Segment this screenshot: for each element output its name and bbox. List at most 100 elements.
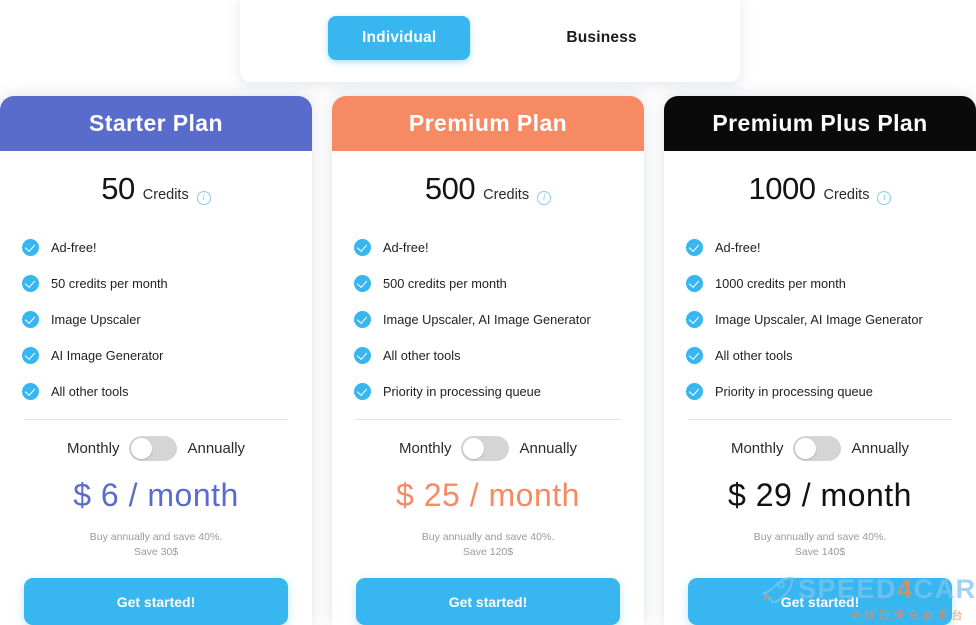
savings-note-line1: Buy annually and save 40%. xyxy=(89,531,223,543)
feature-label: Ad-free! xyxy=(383,239,429,255)
credits-row: 1000 Credits i xyxy=(664,171,976,207)
feature-label: Image Upscaler xyxy=(51,311,141,327)
plan-title: Premium Plan xyxy=(408,110,568,137)
card-header: Premium Plus Plan xyxy=(664,96,976,152)
feature-label: All other tools xyxy=(51,383,129,399)
savings-note: Buy annually and save 40%. Save 140$ xyxy=(664,530,976,560)
list-item: 50 credits per month xyxy=(22,265,312,301)
list-item: 1000 credits per month xyxy=(686,265,976,301)
savings-note: Buy annually and save 40%. Save 30$ xyxy=(0,530,312,560)
feature-list: Ad-free! 1000 credits per month Image Up… xyxy=(664,229,976,409)
check-icon xyxy=(354,346,371,364)
feature-label: Image Upscaler, AI Image Generator xyxy=(383,311,591,327)
divider xyxy=(688,419,952,420)
divider xyxy=(24,419,288,420)
toggle-label-monthly: Monthly xyxy=(66,440,120,457)
feature-label: Ad-free! xyxy=(51,239,97,255)
toggle-label-monthly: Monthly xyxy=(398,440,452,457)
plan-title: Starter Plan xyxy=(89,110,223,137)
credits-label: Credits xyxy=(823,187,870,204)
card-header: Starter Plan xyxy=(0,96,312,152)
credits-number: 1000 xyxy=(748,171,816,207)
credits-label: Credits xyxy=(483,187,530,204)
credits-number: 500 xyxy=(424,171,476,207)
feature-label: AI Image Generator xyxy=(51,347,164,363)
cta-wrapper: Get started! xyxy=(664,578,976,625)
check-icon xyxy=(22,382,39,400)
check-icon xyxy=(686,274,703,292)
plan-title: Premium Plus Plan xyxy=(712,110,928,137)
pricing-cards: Starter Plan 50 Credits i Ad-free! 50 cr… xyxy=(0,96,976,625)
check-icon xyxy=(686,238,703,256)
pricing-page: Individual Business Starter Plan 50 Cred… xyxy=(0,0,976,625)
plan-audience-tabs: Individual Business xyxy=(240,0,740,82)
billing-period-switch[interactable] xyxy=(129,436,178,461)
check-icon xyxy=(22,310,39,328)
get-started-button[interactable]: Get started! xyxy=(24,578,288,625)
savings-note-line1: Buy annually and save 40%. xyxy=(753,531,887,543)
feature-label: All other tools xyxy=(383,347,461,363)
check-icon xyxy=(354,238,371,256)
toggle-label-annually: Annually xyxy=(519,440,578,457)
list-item: AI Image Generator xyxy=(22,337,312,373)
list-item: Priority in processing queue xyxy=(354,373,644,409)
check-icon xyxy=(22,274,39,292)
feature-label: 50 credits per month xyxy=(51,275,168,291)
pricing-card-premium-plus: Premium Plus Plan 1000 Credits i Ad-free… xyxy=(664,96,976,625)
plan-price: $ 29 / month xyxy=(728,477,912,513)
toggle-label-annually: Annually xyxy=(187,440,246,457)
feature-label: 1000 credits per month xyxy=(715,275,846,291)
billing-period-switch[interactable] xyxy=(793,436,842,461)
check-icon xyxy=(354,274,371,292)
info-icon[interactable]: i xyxy=(537,191,552,206)
get-started-button[interactable]: Get started! xyxy=(356,578,620,625)
tab-business[interactable]: Business xyxy=(532,16,671,60)
list-item: Image Upscaler, AI Image Generator xyxy=(354,301,644,337)
check-icon xyxy=(22,238,39,256)
info-icon[interactable]: i xyxy=(196,191,211,206)
check-icon xyxy=(354,382,371,400)
billing-period-toggle-row: Monthly Annually xyxy=(0,436,312,461)
toggle-label-monthly: Monthly xyxy=(730,440,784,457)
pricing-card-starter: Starter Plan 50 Credits i Ad-free! 50 cr… xyxy=(0,96,312,625)
list-item: 500 credits per month xyxy=(354,265,644,301)
credits-row: 50 Credits i xyxy=(0,171,312,207)
plan-price: $ 6 / month xyxy=(73,477,239,513)
savings-note-line2: Save 30$ xyxy=(133,546,179,558)
billing-period-toggle-row: Monthly Annually xyxy=(332,436,644,461)
cta-wrapper: Get started! xyxy=(0,578,312,625)
list-item: Image Upscaler, AI Image Generator xyxy=(686,301,976,337)
toggle-label-annually: Annually xyxy=(851,440,910,457)
feature-label: All other tools xyxy=(715,347,793,363)
switch-knob xyxy=(795,438,817,459)
savings-note-line1: Buy annually and save 40%. xyxy=(421,531,555,543)
credits-label: Credits xyxy=(142,187,189,204)
info-icon[interactable]: i xyxy=(877,191,892,206)
feature-label: Priority in processing queue xyxy=(715,383,873,399)
check-icon xyxy=(354,310,371,328)
feature-label: Image Upscaler, AI Image Generator xyxy=(715,311,923,327)
list-item: All other tools xyxy=(354,337,644,373)
credits-row: 500 Credits i xyxy=(332,171,644,207)
feature-label: Ad-free! xyxy=(715,239,761,255)
check-icon xyxy=(22,346,39,364)
list-item: Ad-free! xyxy=(686,229,976,265)
cta-wrapper: Get started! xyxy=(332,578,644,625)
credits-number: 50 xyxy=(101,171,135,207)
check-icon xyxy=(686,346,703,364)
feature-list: Ad-free! 500 credits per month Image Ups… xyxy=(332,229,644,409)
check-icon xyxy=(686,310,703,328)
billing-period-switch[interactable] xyxy=(461,436,510,461)
savings-note-line2: Save 140$ xyxy=(794,546,846,558)
list-item: Ad-free! xyxy=(354,229,644,265)
feature-label: 500 credits per month xyxy=(383,275,507,291)
list-item: Image Upscaler xyxy=(22,301,312,337)
savings-note: Buy annually and save 40%. Save 120$ xyxy=(332,530,644,560)
feature-label: Priority in processing queue xyxy=(383,383,541,399)
divider xyxy=(356,419,620,420)
list-item: Ad-free! xyxy=(22,229,312,265)
tab-individual[interactable]: Individual xyxy=(328,16,471,60)
get-started-button[interactable]: Get started! xyxy=(688,578,952,625)
savings-note-line2: Save 120$ xyxy=(462,546,514,558)
list-item: All other tools xyxy=(686,337,976,373)
